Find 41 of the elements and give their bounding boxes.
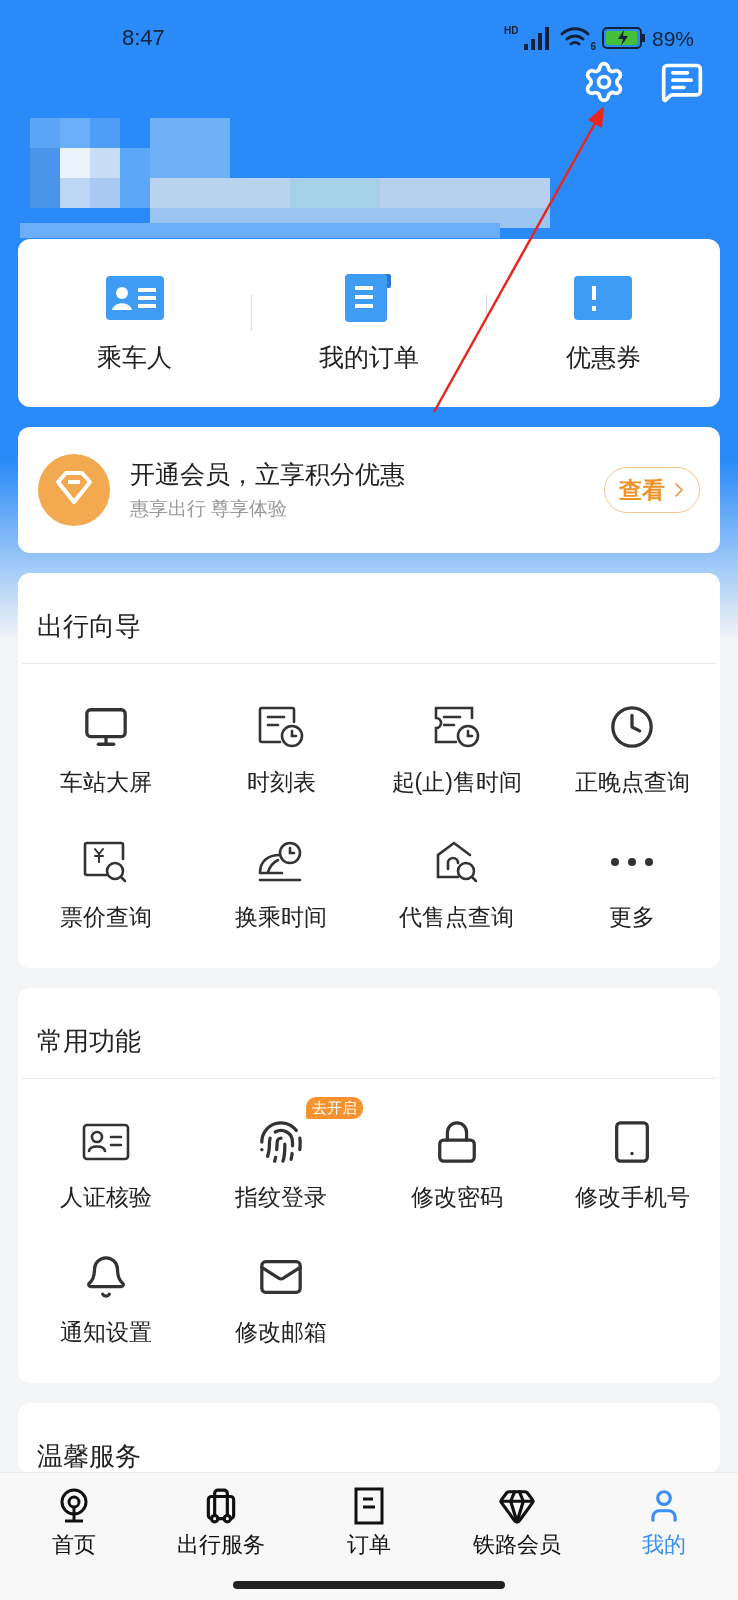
section-title: 出行向导 [36, 610, 142, 643]
feature-item[interactable]: 正晚点查询 [574, 704, 690, 798]
section-title: 常用功能 [36, 1025, 142, 1058]
feature-item[interactable]: 指纹登录 [235, 1119, 328, 1213]
feature-item[interactable]: 代售点查询 [399, 839, 515, 933]
tab[interactable]: 铁路会员 [442, 1487, 591, 1559]
feature-item[interactable]: 通知设置 [59, 1254, 152, 1348]
document-icon [354, 1487, 384, 1525]
quick-link[interactable]: 我的订单 [252, 274, 486, 372]
diamond-icon [497, 1487, 536, 1525]
quick-link[interactable]: 优惠券 [486, 274, 720, 372]
tab[interactable]: 首页 [0, 1487, 148, 1559]
more-icon [610, 857, 655, 867]
feature-item[interactable]: 起(止)售时间 [391, 704, 522, 798]
tab[interactable]: 订单 [295, 1487, 443, 1559]
order-document-icon [345, 274, 393, 322]
feature-item[interactable]: 票价查询 [59, 839, 152, 933]
fingerprint-icon [258, 1119, 305, 1165]
membership-title: 开通会员，立享积分优惠 [130, 459, 406, 489]
section-title: 温馨服务 [36, 1440, 142, 1473]
battery-percentage: 89% [651, 25, 694, 52]
feature-item[interactable]: 换乘时间 [235, 839, 328, 933]
feature-item[interactable]: 修改密码 [410, 1119, 503, 1213]
clock-time: 8:47 [122, 24, 165, 52]
clock-icon [609, 704, 656, 750]
badge: 去开启 [305, 1097, 363, 1119]
battery-icon [601, 27, 646, 50]
tab[interactable]: 出行服务 [147, 1487, 296, 1559]
feature-item[interactable]: 人证核验 [59, 1119, 152, 1213]
feature-item[interactable]: 时刻表 [246, 704, 316, 798]
diamond-badge-icon [38, 454, 110, 526]
feature-item[interactable]: 车站大屏 [59, 704, 152, 798]
membership-subtitle: 惠享出行 尊享体验 [130, 497, 289, 521]
feature-item[interactable]: 修改手机号 [574, 1119, 690, 1213]
quick-link[interactable]: 乘车人 [18, 274, 252, 372]
feature-item[interactable]: 更多 [609, 839, 656, 933]
wifi-band-label: 6 [590, 40, 596, 54]
network-label: HD [503, 23, 519, 38]
feature-item[interactable]: 修改邮箱 [235, 1254, 328, 1348]
passenger-card-icon [105, 276, 164, 320]
coupon-icon [574, 276, 633, 320]
